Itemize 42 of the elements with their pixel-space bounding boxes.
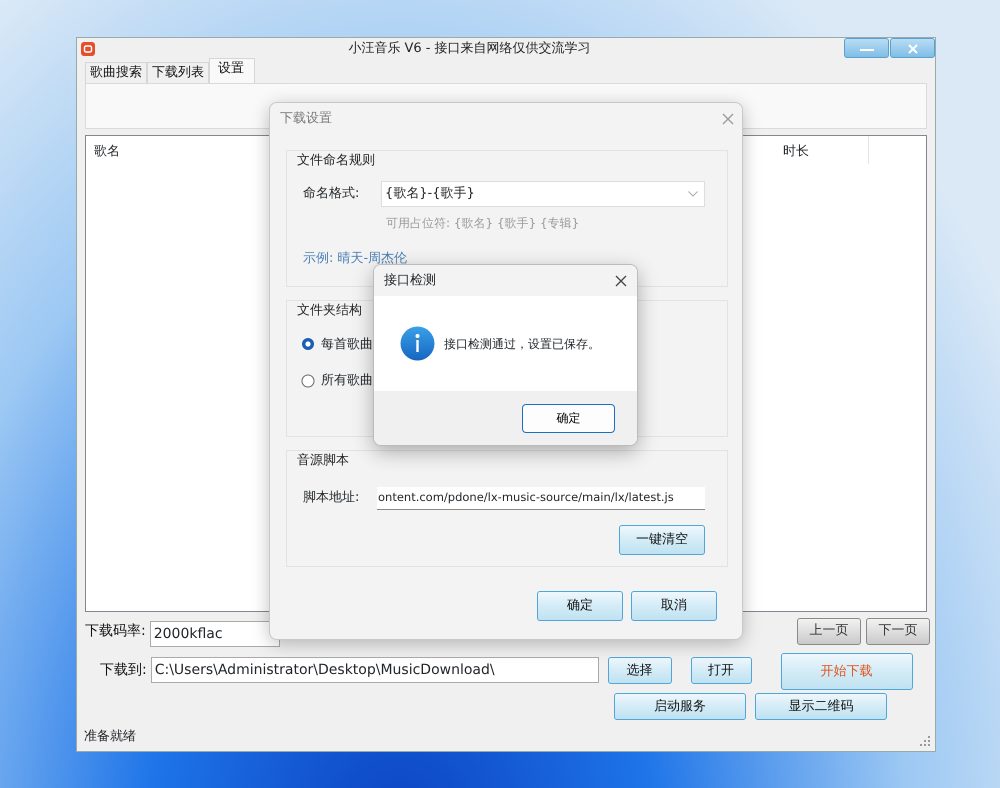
app-icon xyxy=(81,42,95,56)
script-label: 脚本地址: xyxy=(303,489,360,508)
tab[interactable]: 设置 xyxy=(209,58,255,83)
radio-label: 所有歌曲 xyxy=(321,372,373,390)
service-button[interactable]: 启动服务 xyxy=(614,693,746,720)
minimize-button[interactable] xyxy=(844,38,889,58)
resize-grip-icon xyxy=(920,736,930,746)
clear-button[interactable]: 一键清空 xyxy=(619,524,705,554)
page-button[interactable]: 下一页 xyxy=(866,618,930,644)
ok-button[interactable]: 确定 xyxy=(522,404,615,432)
script-url-field[interactable]: ontent.com/pdone/lx-music-source/main/lx/latest.js xyxy=(377,486,705,510)
example-text: 示例: 晴天-周杰伦 xyxy=(303,250,408,268)
close-button[interactable] xyxy=(615,274,627,286)
placeholder-hint: 可用占位符: {歌名} {歌手} {专辑} xyxy=(386,214,580,232)
column-header: 歌名 xyxy=(93,143,121,161)
close-icon xyxy=(722,113,734,125)
close-icon xyxy=(615,274,627,286)
service-button[interactable]: 显示二维码 xyxy=(755,693,887,720)
bitrate-label: 下载码率: xyxy=(85,622,146,640)
chevron-down-icon xyxy=(688,190,698,196)
message-text: 接口检测通过，设置已保存。 xyxy=(444,336,600,352)
tab[interactable]: 歌曲搜索 xyxy=(85,62,147,83)
message-title: 接口检测 xyxy=(384,272,436,290)
path-button[interactable]: 选择 xyxy=(608,657,672,684)
status-text: 准备就绪 xyxy=(84,728,136,746)
info-icon xyxy=(400,326,435,361)
format-label: 命名格式: xyxy=(303,184,360,203)
dialog-button[interactable]: 取消 xyxy=(631,591,717,621)
radio-label: 每首歌曲 xyxy=(321,336,373,354)
bitrate-field[interactable]: 2000kflac xyxy=(150,621,280,647)
page-button[interactable]: 上一页 xyxy=(797,618,861,644)
column-header: 时长 xyxy=(775,136,869,164)
format-combobox[interactable]: {歌名}-{歌手} xyxy=(381,180,705,206)
tab[interactable]: 下载列表 xyxy=(147,62,209,83)
window-title: 小汪音乐 V6 - 接口来自网络仅供交流学习 xyxy=(347,40,592,58)
close-icon xyxy=(908,44,918,54)
path-button[interactable]: 打开 xyxy=(690,657,752,684)
path-label: 下载到: xyxy=(100,661,147,680)
dialog-title: 下载设置 xyxy=(280,110,332,128)
path-field[interactable]: C:\Users\Administrator\Desktop\MusicDownload\ xyxy=(150,657,599,683)
combobox-value: {歌名}-{歌手} xyxy=(385,184,475,203)
dialog-button[interactable]: 确定 xyxy=(537,591,623,621)
